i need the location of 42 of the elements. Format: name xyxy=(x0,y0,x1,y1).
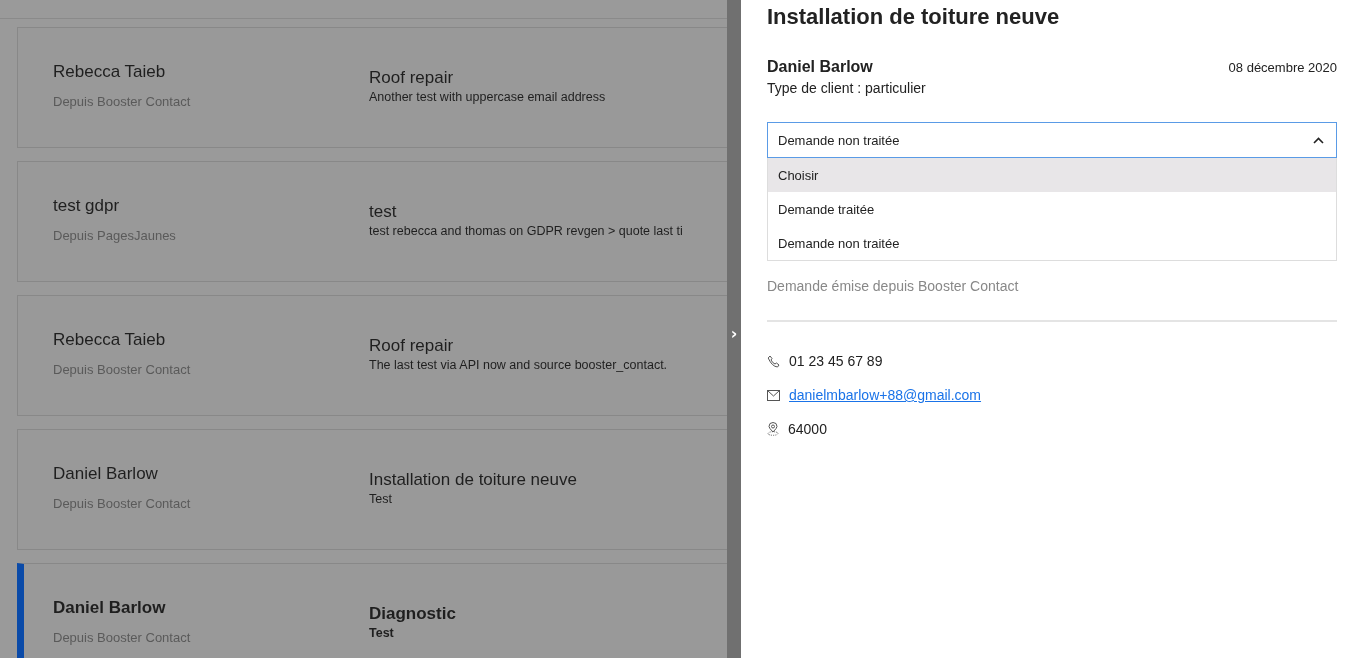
request-card[interactable]: test gdpr Depuis PagesJaunes test test rebecca and thomas on GDPR revgen > quote last ti xyxy=(17,161,727,282)
request-card[interactable]: Rebecca Taieb Depuis Booster Contact Roof repair Another test with uppercase email address xyxy=(17,27,727,148)
request-card[interactable]: Daniel Barlow Depuis Booster Contact Installation de toiture neuve Test xyxy=(17,429,727,550)
phone-icon xyxy=(767,354,780,368)
request-description: Test xyxy=(369,626,395,640)
phone-number: 01 23 45 67 89 xyxy=(789,353,883,369)
location-pin-icon xyxy=(767,422,779,436)
request-origin: Demande émise depuis Booster Contact xyxy=(767,278,1020,294)
mail-icon xyxy=(767,389,780,401)
dropdown-option[interactable]: Demande non traitée xyxy=(768,226,1336,260)
status-select[interactable]: Demande non traitée xyxy=(767,122,1337,158)
client-name: Rebecca Taieb xyxy=(53,62,167,82)
request-title: test xyxy=(369,202,398,222)
detail-title: Installation de toiture neuve xyxy=(767,4,1061,30)
client-name: Daniel Barlow xyxy=(767,58,873,76)
dropdown-option[interactable]: Demande traitée xyxy=(768,192,1336,226)
request-title: Roof repair xyxy=(369,68,455,88)
client-name: Daniel Barlow xyxy=(53,598,167,618)
request-source: Depuis Booster Contact xyxy=(53,630,192,645)
request-description: Another test with uppercase email address xyxy=(369,90,606,104)
request-card[interactable]: Daniel Barlow Depuis Booster Contact Diagnostic Test xyxy=(17,563,727,658)
request-card[interactable]: Rebecca Taieb Depuis Booster Contact Roof repair The last test via API now and source booster_contact. xyxy=(17,295,727,416)
client-type: Type de client : particulier xyxy=(767,80,927,96)
request-source: Depuis PagesJaunes xyxy=(53,228,177,243)
request-description: Test xyxy=(369,492,393,506)
chevron-icon xyxy=(1313,136,1324,144)
request-title: Diagnostic xyxy=(369,604,456,624)
request-source: Depuis Booster Contact xyxy=(53,362,192,377)
panel-toggle-button[interactable]: › xyxy=(727,322,741,344)
request-date: 08 décembre 2020 xyxy=(1228,60,1337,75)
email-link[interactable]: danielmbarlow+88@gmail.com xyxy=(789,387,982,403)
client-name: test gdpr xyxy=(53,196,121,216)
postal-code: 64000 xyxy=(788,421,827,437)
request-source: Depuis Booster Contact xyxy=(53,496,192,511)
client-name: Rebecca Taieb xyxy=(53,330,167,350)
request-description: The last test via API now and source booster_contact. xyxy=(369,358,668,372)
dropdown-option[interactable]: Choisir xyxy=(768,158,1336,192)
request-description: test rebecca and thomas on GDPR revgen > quote last ti xyxy=(369,224,683,238)
request-title: Installation de toiture neuve xyxy=(369,470,577,490)
client-name: Daniel Barlow xyxy=(53,464,159,484)
request-title: Roof repair xyxy=(369,336,455,356)
request-source: Depuis Booster Contact xyxy=(53,94,192,109)
